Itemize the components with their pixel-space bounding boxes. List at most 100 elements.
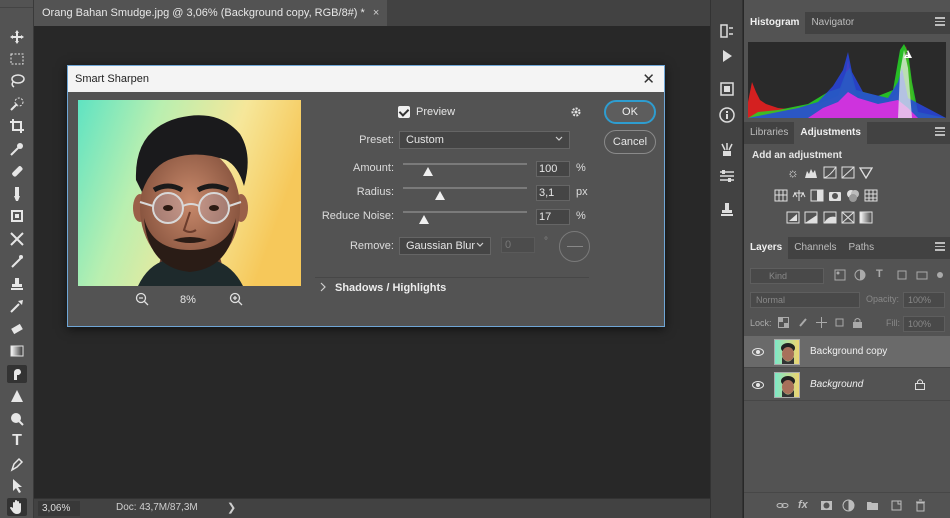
angle-dial[interactable] [559, 231, 590, 262]
layer-row-background-copy[interactable]: Background copy [744, 336, 950, 368]
dodge-tool-icon[interactable] [7, 410, 27, 428]
amount-slider-thumb[interactable] [422, 167, 433, 176]
remove-select[interactable]: Gaussian Blur [399, 237, 491, 255]
eyedropper-tool-icon[interactable] [7, 140, 27, 158]
eraser-block-icon[interactable] [7, 320, 27, 338]
photo-filter-icon[interactable] [828, 189, 842, 202]
curves-icon[interactable] [823, 166, 837, 179]
eraser-tool-icon[interactable] [7, 252, 27, 270]
tab-libraries[interactable]: Libraries [744, 122, 794, 144]
filter-toggle-icon[interactable] [936, 268, 944, 285]
brush-settings-panel-icon[interactable] [718, 167, 736, 185]
blend-mode-select[interactable]: Normal [750, 292, 860, 308]
preview-label[interactable]: Preview [416, 106, 455, 118]
reduce-noise-slider-track[interactable] [403, 211, 527, 213]
lock-position-icon[interactable] [816, 317, 827, 331]
type-tool-icon[interactable]: T [7, 432, 27, 450]
black-white-icon[interactable] [810, 189, 824, 202]
gradient-tool-icon[interactable] [7, 342, 27, 360]
preset-select[interactable]: Custom [399, 131, 570, 149]
filter-smart-object-icon[interactable] [916, 269, 928, 284]
color-lookup-icon[interactable] [864, 189, 878, 202]
preview-image[interactable] [78, 100, 301, 286]
info-panel-icon[interactable] [718, 106, 736, 124]
path-selection-tool-icon[interactable] [7, 477, 27, 495]
radius-slider-track[interactable] [403, 187, 527, 189]
filter-pixel-icon[interactable] [834, 269, 846, 284]
close-icon[interactable]: ✕ [642, 70, 655, 88]
posterize-icon[interactable] [804, 211, 818, 224]
gradient-map-icon[interactable] [859, 211, 873, 224]
radius-field[interactable]: 3,1 [536, 185, 570, 201]
art-history-brush-icon[interactable] [7, 297, 27, 315]
hand-tool-icon[interactable] [7, 498, 27, 516]
zoom-level-field[interactable]: 3,06% [38, 501, 80, 516]
opacity-field[interactable]: 100% [903, 292, 945, 308]
visibility-eye-icon[interactable] [752, 346, 764, 358]
lasso-tool-icon[interactable] [7, 72, 27, 90]
lock-image-icon[interactable] [798, 317, 809, 331]
layer-style-icon[interactable]: fx [798, 499, 811, 512]
tab-adjustments[interactable]: Adjustments [794, 122, 867, 144]
lock-transparent-icon[interactable] [778, 317, 789, 331]
brightness-contrast-icon[interactable]: ☼ [786, 166, 800, 179]
toolbar-grip[interactable] [0, 0, 33, 8]
layers-panel-menu-icon[interactable] [935, 242, 945, 251]
amount-slider-track[interactable] [403, 163, 527, 165]
clone-stamp-tool-icon[interactable] [7, 207, 27, 225]
levels-icon[interactable] [804, 166, 818, 179]
close-tab-icon[interactable]: × [373, 7, 379, 19]
layer-filter-kind-select[interactable]: Kind [750, 268, 824, 284]
delete-layer-icon[interactable] [914, 499, 927, 512]
move-tool-icon[interactable] [7, 28, 27, 46]
chevron-right-icon[interactable] [319, 282, 327, 292]
healing-brush-tool-icon[interactable] [7, 162, 27, 180]
pen-tool-icon[interactable] [7, 455, 27, 473]
tab-layers[interactable]: Layers [744, 237, 789, 259]
marquee-tool-icon[interactable] [7, 50, 27, 68]
tab-paths[interactable]: Paths [843, 237, 881, 259]
tab-histogram[interactable]: Histogram [744, 12, 806, 34]
settings-gear-icon[interactable] [570, 106, 582, 118]
tab-channels[interactable]: Channels [788, 237, 842, 259]
history-brush-tool-icon[interactable] [7, 230, 27, 248]
filter-type-icon[interactable]: T [876, 268, 883, 280]
lock-artboard-icon[interactable] [834, 317, 845, 331]
channel-mixer-icon[interactable] [846, 189, 860, 202]
add-mask-icon[interactable] [820, 499, 833, 512]
vibrance-icon[interactable] [858, 166, 874, 180]
quick-selection-tool-icon[interactable] [7, 95, 27, 113]
filter-adjustment-icon[interactable] [854, 269, 866, 284]
angle-field[interactable]: 0 [501, 237, 535, 253]
brushes-panel-icon[interactable] [718, 141, 736, 159]
amount-field[interactable]: 100 [536, 161, 570, 177]
layer-row-background[interactable]: Background [744, 369, 950, 401]
tab-navigator[interactable]: Navigator [805, 12, 860, 34]
properties-panel-icon[interactable] [718, 80, 736, 98]
new-group-icon[interactable] [866, 499, 879, 512]
shadows-highlights-section[interactable]: Shadows / Highlights [335, 282, 446, 294]
visibility-eye-icon[interactable] [752, 379, 764, 391]
brush-tool-icon[interactable] [7, 185, 27, 203]
history-panel-icon[interactable] [718, 22, 736, 40]
zoom-in-icon[interactable] [229, 292, 243, 306]
reduce-noise-field[interactable]: 17 [536, 209, 570, 225]
exposure-icon[interactable] [841, 166, 855, 179]
status-menu-arrow-icon[interactable]: ❯ [227, 501, 236, 514]
filter-shape-icon[interactable] [896, 269, 908, 284]
sharpen-tool-icon[interactable] [7, 387, 27, 405]
radius-slider-thumb[interactable] [435, 191, 446, 200]
hue-saturation-icon[interactable] [774, 189, 788, 202]
reduce-noise-slider-thumb[interactable] [419, 215, 430, 224]
link-layers-icon[interactable] [776, 499, 789, 512]
cancel-button[interactable]: Cancel [604, 130, 656, 154]
stamp-tool-icon[interactable] [7, 275, 27, 293]
fill-field[interactable]: 100% [903, 316, 945, 332]
new-layer-icon[interactable] [890, 499, 903, 512]
ok-button[interactable]: OK [604, 100, 656, 124]
invert-icon[interactable] [786, 211, 800, 224]
zoom-out-icon[interactable] [135, 292, 149, 306]
clone-source-panel-icon[interactable] [718, 201, 736, 219]
dialog-title-bar[interactable]: Smart Sharpen ✕ [68, 66, 664, 92]
actions-panel-icon[interactable] [718, 47, 736, 65]
